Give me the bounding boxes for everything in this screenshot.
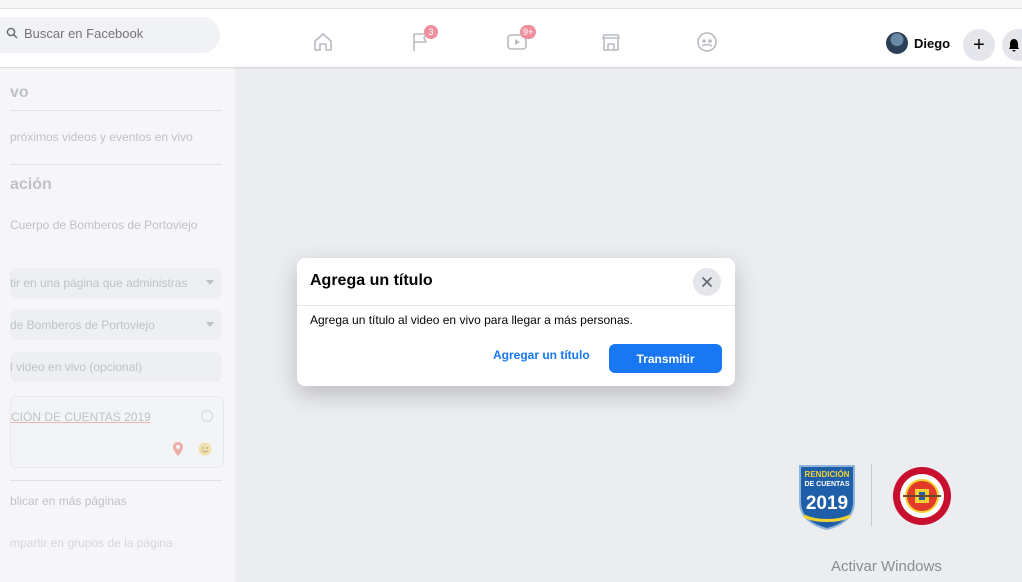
search-icon [6,27,18,39]
description-card[interactable]: CIÓN DE CUENTAS 2019 [10,396,224,468]
pages-notification-badge: 3 [424,25,438,39]
create-button[interactable]: + [963,29,995,61]
share-destination-dropdown[interactable]: tir en una página que administras [10,268,222,298]
share-groups-text: mpartir en grupos de la página [10,536,173,550]
search-input[interactable] [22,25,206,42]
logo-divider [871,464,872,526]
home-icon[interactable] [310,29,336,55]
dialog-divider [297,305,735,306]
rendicion-cuentas-logo: RENDICIÓN DE CUENTAS 2019 [799,465,855,530]
dialog-message: Agrega un título al video en vivo para l… [310,313,633,327]
dropdown-label: de Bomberos de Portoviejo [10,318,155,332]
live-video-sidebar: vo próximos videos y eventos en vivo aci… [0,68,235,582]
search-box[interactable] [0,17,220,53]
store-icon[interactable] [598,29,624,55]
location-icon[interactable] [171,441,185,457]
chevron-down-icon [206,280,214,285]
page-selector-dropdown[interactable]: de Bomberos de Portoviejo [10,310,222,340]
watch-notification-badge: 9+ [520,25,537,39]
windows-activation-watermark: Activar Windows [831,558,942,575]
logo-year: 2019 [806,493,848,514]
logo-line-2: DE CUENTAS [805,481,850,488]
profile-button[interactable]: Diego [884,29,960,57]
section-heading-live: vo [10,84,29,101]
section-heading-publication: ación [10,176,52,193]
dropdown-label: tir en una página que administras [10,276,188,290]
chevron-down-icon [206,322,214,327]
page-name-text: Cuerpo de Bomberos de Portoviejo [10,218,198,232]
browser-strip [0,0,1022,9]
groups-icon[interactable] [694,29,720,55]
sidebar-divider [10,110,222,111]
notifications-button[interactable] [1002,29,1022,61]
add-title-dialog: Agrega un título Agrega un título al vid… [297,258,735,386]
close-icon [701,276,713,288]
emoji-icon[interactable] [200,409,214,423]
close-button[interactable] [693,268,721,296]
avatar [886,32,908,54]
profile-name: Diego [914,35,951,51]
sidebar-divider [10,480,222,481]
dialog-title: Agrega un título [310,272,433,289]
upcoming-events-text: próximos videos y eventos en vivo [10,130,193,144]
description-text: CIÓN DE CUENTAS 2019 [11,410,151,424]
publish-more-pages-link[interactable]: blicar en más páginas [10,494,127,508]
add-title-button[interactable]: Agregar un título [493,348,590,362]
feeling-icon[interactable] [197,441,213,457]
bell-icon [1009,39,1019,52]
video-title-input[interactable]: l video en vivo (opcional) [10,352,222,382]
plus-icon: + [973,33,985,56]
sidebar-divider [10,164,222,165]
top-navigation-bar: 3 9+ Diego + [0,9,1022,67]
title-input-placeholder: l video en vivo (opcional) [10,360,143,374]
stream-button[interactable]: Transmitir [609,344,722,373]
logo-line-1: RENDICIÓN [805,470,850,479]
firefighters-seal-logo [893,467,951,525]
